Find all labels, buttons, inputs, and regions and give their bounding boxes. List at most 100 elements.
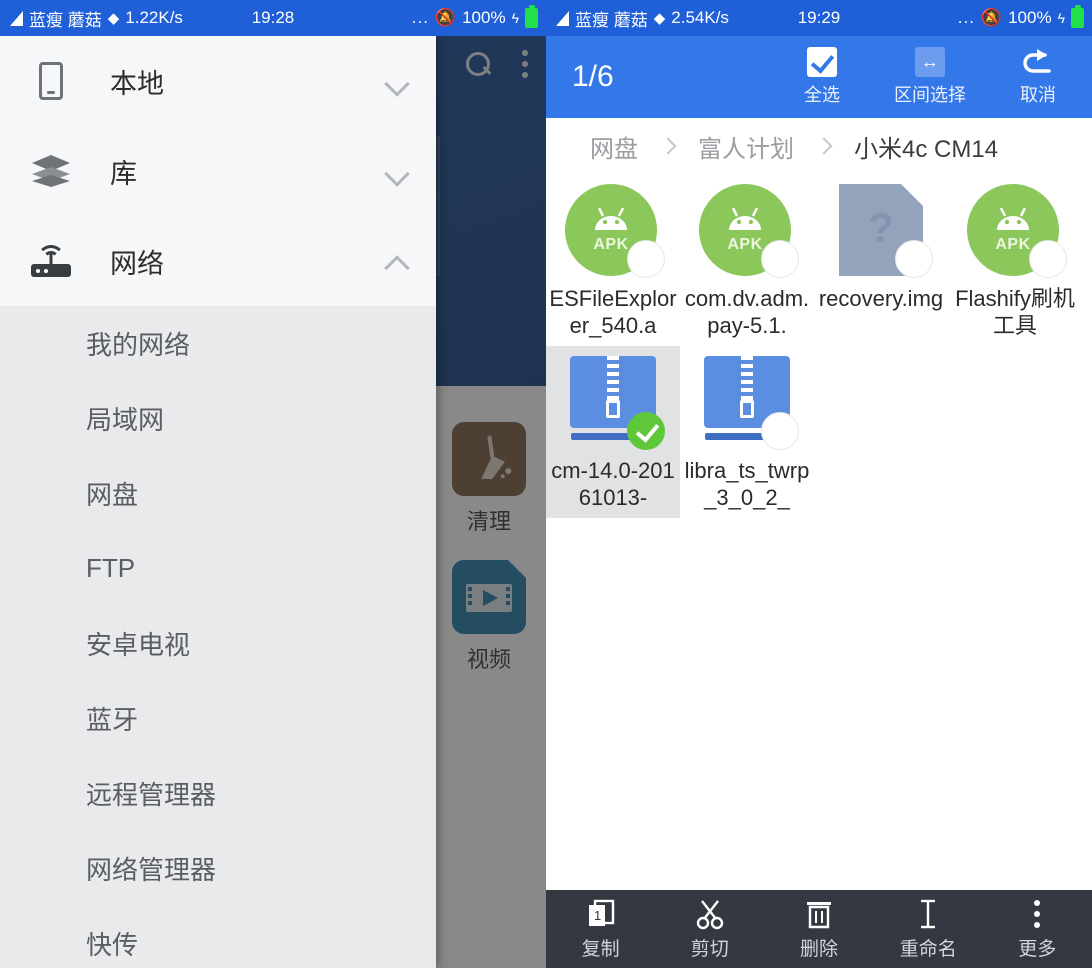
sidebar-item-network-manager[interactable]: 网络管理器: [0, 831, 436, 906]
file-icon-wrap: ?: [833, 184, 933, 280]
bottom-action-bar: 1 复制 剪切 删除 重命名 更多: [546, 890, 1092, 968]
file-name: Flashify刷机工具: [955, 286, 1075, 338]
file-icon-wrap: [699, 356, 799, 452]
bell-off-icon: 🔕: [434, 8, 457, 27]
bottom-delete-button[interactable]: 删除: [764, 898, 873, 961]
cancel-button[interactable]: 取消: [984, 47, 1092, 107]
sidebar-item-lan[interactable]: 局域网: [0, 381, 436, 456]
unchecked-circle-icon[interactable]: [627, 240, 665, 278]
sidebar-item-ftp[interactable]: FTP: [0, 531, 436, 606]
trash-icon: [807, 901, 831, 928]
drawer-group-network-label: 网络: [110, 248, 164, 279]
copy-icon: 1: [588, 899, 614, 926]
breadcrumb-item-2[interactable]: 小米4c CM14: [854, 129, 998, 164]
drawer-group-local-label: 本地: [110, 68, 164, 99]
left-status-bar: 蓝瘦 蘑菇 ◆ 1.22K/s 19:28 ... 🔕 100% ϟ: [0, 0, 546, 36]
breadcrumb-item-0[interactable]: 网盘: [590, 129, 638, 164]
sidebar-item-netdisk[interactable]: 网盘: [0, 456, 436, 531]
bottom-delete-label: 删除: [800, 938, 839, 960]
layers-icon: [28, 153, 74, 189]
file-name: recovery.img: [818, 286, 944, 311]
battery-percent: 100%: [462, 8, 506, 27]
chevron-up-icon[interactable]: [384, 246, 414, 276]
sidebar-item-quick-transfer[interactable]: 快传: [0, 906, 436, 968]
android-robot-glyph: [729, 208, 761, 230]
bottom-cut-label: 剪切: [690, 938, 729, 960]
file-name: com.dv.adm.pay-5.1.: [684, 286, 810, 338]
file-cell-2[interactable]: ? recovery.img: [814, 174, 948, 346]
battery-icon: [1071, 5, 1084, 28]
bottom-cut-button[interactable]: 剪切: [655, 898, 764, 961]
charging-bolt-icon: ϟ: [511, 10, 519, 26]
charging-bolt-icon: ϟ: [1057, 10, 1065, 26]
android-robot-glyph: [997, 208, 1029, 230]
scissors-icon: [696, 899, 723, 929]
chevron-down-icon[interactable]: [384, 66, 414, 96]
sidebar-item-remote-manager[interactable]: 远程管理器: [0, 756, 436, 831]
range-select-label: 区间选择: [894, 85, 966, 105]
file-name: cm-14.0-20161013-: [551, 458, 675, 510]
unchecked-circle-icon[interactable]: [761, 412, 799, 450]
drawer-group-library[interactable]: 库: [0, 126, 436, 216]
phone-icon: [28, 62, 74, 100]
layers-glyph: [32, 155, 70, 187]
file-cell-1[interactable]: APK com.dv.adm.pay-5.1.: [680, 174, 814, 346]
select-all-button[interactable]: 全选: [768, 47, 876, 107]
chevron-right-icon: [659, 137, 677, 155]
checked-circle-icon[interactable]: [627, 412, 665, 450]
router-icon: [28, 245, 74, 277]
sidebar-item-bluetooth[interactable]: 蓝牙: [0, 681, 436, 756]
status-right: ... 🔕 100% ϟ: [411, 5, 538, 28]
file-icon-wrap: APK: [967, 184, 1067, 280]
bottom-copy-label: 复制: [581, 938, 620, 960]
breadcrumb: 网盘 富人计划 小米4c CM14: [546, 118, 1092, 174]
bottom-rename-label: 重命名: [899, 938, 957, 960]
bottom-more-button[interactable]: 更多: [983, 898, 1092, 961]
bottom-copy-button[interactable]: 1 复制: [546, 898, 655, 961]
unchecked-circle-icon[interactable]: [761, 240, 799, 278]
status-right: ... 🔕 100% ϟ: [957, 5, 1084, 28]
drawer-group-local[interactable]: 本地: [0, 36, 436, 126]
appbar-actions: 全选 区间选择 取消: [768, 47, 1092, 107]
dual-screenshot-container: /11.31 GB 分析 清理: [0, 0, 1092, 968]
drawer-group-network[interactable]: 网络: [0, 216, 436, 306]
file-name: libra_ts_twrp_3_0_2_: [684, 458, 810, 510]
bottom-rename-button[interactable]: 重命名: [874, 898, 983, 961]
sidebar-item-android-tv[interactable]: 安卓电视: [0, 606, 436, 681]
file-icon-wrap: [565, 356, 665, 452]
chevron-right-icon: [815, 137, 833, 155]
breadcrumb-item-1[interactable]: 富人计划: [698, 129, 794, 164]
range-select-button[interactable]: 区间选择: [876, 47, 984, 107]
undo-cancel-icon: [1023, 49, 1051, 73]
file-name: ESFileExplorer_540.a: [549, 286, 677, 338]
file-icon-wrap: APK: [565, 184, 665, 280]
select-all-label: 全选: [804, 85, 840, 105]
sidebar-item-my-network[interactable]: 我的网络: [0, 306, 436, 381]
file-cell-3[interactable]: APK Flashify刷机工具: [948, 174, 1082, 346]
navigation-drawer: 本地 库 网络 我的网络 局域网 网盘 FTP 安卓电视 蓝牙 远程管理器 网络…: [0, 36, 436, 968]
battery-percent: 100%: [1008, 8, 1052, 27]
file-grid: APK ESFileExplorer_540.a APK com.dv.adm.…: [546, 174, 1092, 890]
file-cell-0[interactable]: APK ESFileExplorer_540.a: [546, 174, 680, 346]
network-submenu: 我的网络 局域网 网盘 FTP 安卓电视 蓝牙 远程管理器 网络管理器 快传: [0, 306, 436, 968]
unchecked-circle-icon[interactable]: [1029, 240, 1067, 278]
right-screen: 1/6 全选 区间选择 取消: [546, 0, 1092, 968]
range-select-icon: [915, 47, 945, 77]
bell-off-icon: 🔕: [980, 8, 1003, 27]
drawer-group-library-label: 库: [110, 158, 137, 189]
battery-icon: [525, 5, 538, 28]
chevron-down-icon[interactable]: [384, 156, 414, 186]
unchecked-circle-icon[interactable]: [895, 240, 933, 278]
android-robot-glyph: [595, 208, 627, 230]
selection-appbar: 1/6 全选 区间选择 取消: [546, 36, 1092, 118]
file-cell-5[interactable]: libra_ts_twrp_3_0_2_: [680, 346, 814, 518]
cancel-label: 取消: [1020, 85, 1056, 105]
selection-count: 1/6: [572, 60, 614, 93]
file-icon-wrap: APK: [699, 184, 799, 280]
text-cursor-icon: [921, 899, 936, 928]
svg-text:1: 1: [594, 908, 601, 923]
file-cell-4[interactable]: cm-14.0-20161013-: [546, 346, 680, 518]
status-overflow-dots-icon: ...: [411, 8, 429, 27]
status-overflow-dots-icon: ...: [957, 8, 975, 27]
kebab-menu-icon: [1034, 899, 1041, 928]
